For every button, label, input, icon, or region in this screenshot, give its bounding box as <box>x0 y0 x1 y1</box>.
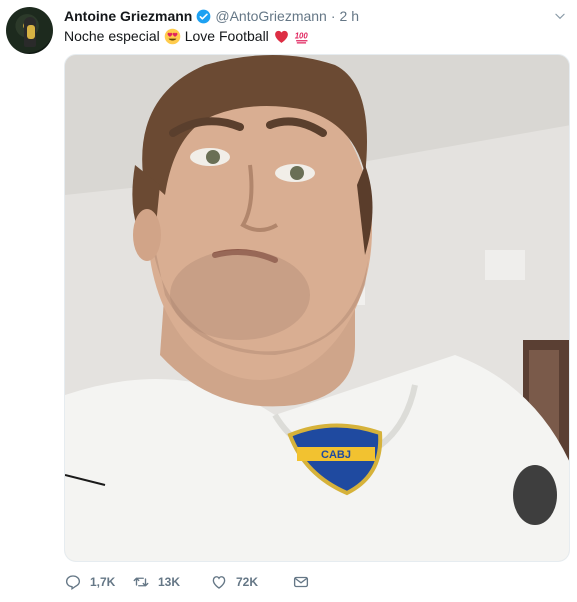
verified-badge-icon <box>196 9 211 24</box>
heart-eyes-emoji-icon <box>164 28 181 45</box>
envelope-icon <box>293 576 309 588</box>
hundred-points-emoji-icon: 100 <box>294 28 311 45</box>
tweet-header: Antoine Griezmann @AntoGriezmann · 2 h <box>64 6 569 26</box>
badge-text: CABJ <box>321 449 351 461</box>
heart-icon <box>212 576 226 589</box>
svg-text:100: 100 <box>295 31 309 40</box>
author-avatar[interactable] <box>6 7 53 54</box>
reply-action[interactable]: 1,7K <box>64 572 132 592</box>
red-heart-emoji-icon <box>273 28 290 45</box>
like-count: 72K <box>236 575 259 589</box>
tweet-text: Noche especial Love Football 100 <box>64 27 311 45</box>
selfie-illustration: CABJ <box>65 55 569 561</box>
tweet-text-part2: Love Football <box>184 28 269 44</box>
like-action[interactable]: 72K <box>210 572 292 592</box>
separator-dot: · <box>330 8 336 24</box>
tweet-actions: 1,7K 13K 72K <box>64 572 310 592</box>
tweet-photo[interactable]: CABJ <box>64 54 570 562</box>
chevron-down-icon[interactable] <box>551 6 569 26</box>
reply-count: 1,7K <box>90 575 116 589</box>
tweet-timestamp[interactable]: 2 h <box>340 8 359 24</box>
retweet-action[interactable]: 13K <box>132 572 210 592</box>
avatar-trophy <box>27 25 35 39</box>
direct-message-action[interactable] <box>292 572 310 592</box>
author-handle[interactable]: @AntoGriezmann <box>215 8 326 24</box>
retweet-count: 13K <box>158 575 181 589</box>
tweet-text-part1: Noche especial <box>64 28 160 44</box>
retweet-icon <box>133 577 149 587</box>
reply-icon <box>65 575 81 591</box>
author-name[interactable]: Antoine Griezmann <box>64 8 192 24</box>
